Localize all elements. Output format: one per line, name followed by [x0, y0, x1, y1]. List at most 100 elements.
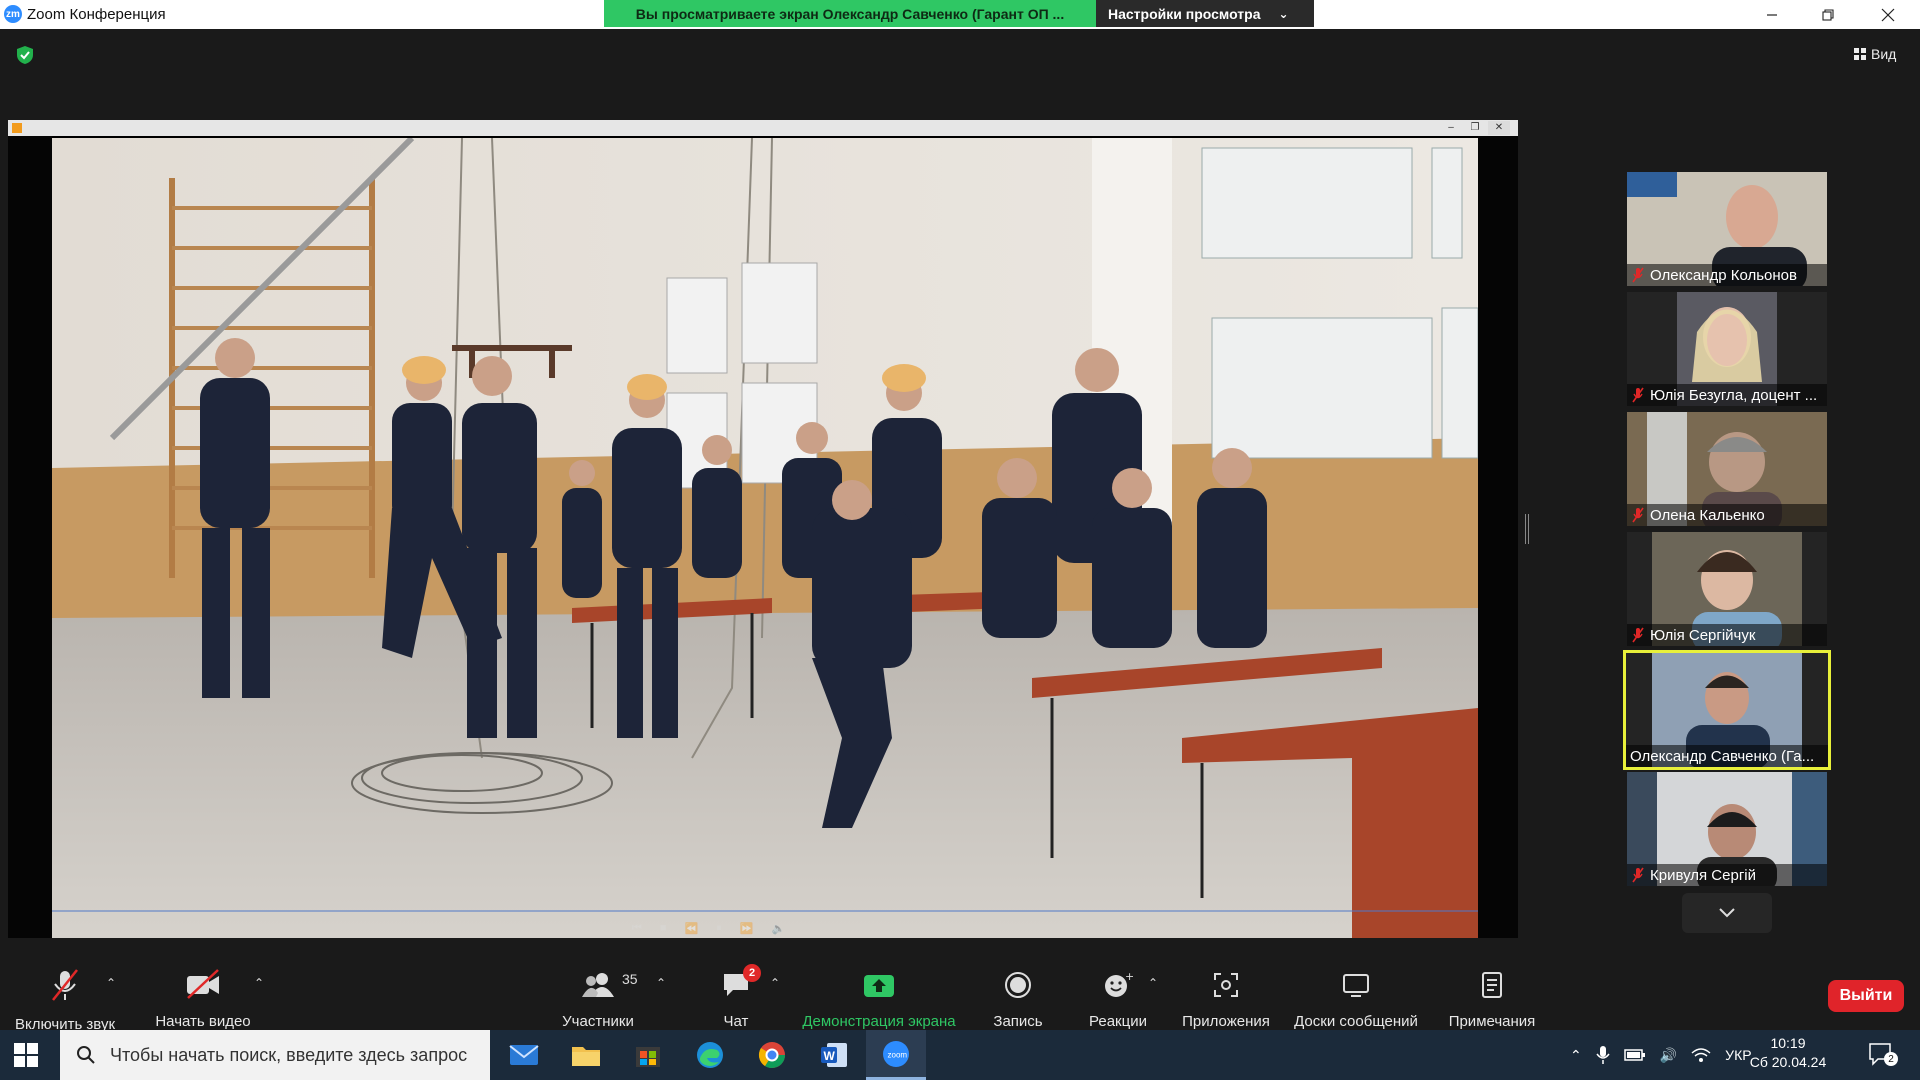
record-button[interactable]: Запись — [978, 946, 1058, 1030]
share-screen-label: Демонстрация экрана — [802, 1013, 956, 1030]
minimize-button[interactable] — [1744, 0, 1800, 29]
apps-icon — [1214, 973, 1238, 997]
clock-time: 10:19 — [1770, 1035, 1806, 1051]
player-forward-icon: ⏩ — [739, 922, 754, 935]
share-screen-icon — [864, 975, 894, 997]
word-app-icon[interactable]: W — [804, 1030, 864, 1080]
shared-minimize-icon: – — [1448, 122, 1454, 133]
participant-name-bar: Кривуля Сергій — [1627, 864, 1827, 886]
view-settings-label: Настройки просмотра — [1108, 5, 1261, 22]
search-placeholder: Чтобы начать поиск, введите здесь запрос — [110, 1044, 468, 1065]
participant-tile[interactable]: Олександр Кольонов — [1627, 172, 1827, 286]
participant-tile[interactable]: Юлія Сергійчук — [1627, 532, 1827, 646]
shared-restore-icon: ❐ — [1470, 122, 1480, 133]
wifi-icon[interactable] — [1691, 1047, 1711, 1063]
participants-label: Участники — [562, 1013, 634, 1030]
restore-button[interactable] — [1800, 0, 1856, 29]
record-icon — [1005, 972, 1031, 998]
mail-app-icon[interactable] — [494, 1030, 554, 1080]
classroom-video-image — [52, 138, 1478, 938]
gallery-scroll-down-button[interactable] — [1682, 893, 1772, 933]
video-progress-line[interactable] — [52, 910, 1478, 912]
zoom-taskbar-icon[interactable]: zoom — [866, 1030, 926, 1080]
encryption-shield-icon[interactable] — [16, 45, 34, 65]
player-back-icon: ⏪ — [684, 922, 699, 935]
svg-text:W: W — [824, 1049, 836, 1063]
participants-icon — [582, 973, 614, 997]
windows-start-icon[interactable] — [14, 1043, 38, 1067]
battery-icon[interactable] — [1623, 1049, 1646, 1061]
minimize-icon — [1767, 13, 1777, 16]
participant-tile[interactable]: Олена Кальенко — [1627, 412, 1827, 526]
chat-options-caret[interactable]: ⌃ — [770, 976, 780, 990]
player-volume-icon: 🔈 — [771, 922, 786, 935]
participant-tile[interactable]: Кривуля Сергій — [1627, 772, 1827, 886]
whiteboards-label: Доски сообщений — [1294, 1013, 1418, 1030]
view-settings-button[interactable]: Настройки просмотра ⌄ — [1096, 0, 1314, 27]
letterbox-left — [8, 136, 52, 938]
video-off-icon — [187, 969, 219, 999]
start-video-label: Начать видео — [155, 1013, 251, 1030]
title-bar: zm Zoom Конференция Вы просматриваете эк… — [0, 0, 1920, 29]
chat-button[interactable]: 2 Чат — [696, 946, 776, 1030]
panel-resize-handle[interactable] — [1525, 514, 1529, 544]
grid-view-icon — [1854, 48, 1866, 60]
whiteboard-icon — [1343, 974, 1369, 997]
participant-name: Олександр Кольонов — [1650, 266, 1797, 284]
zoom-window: zm Zoom Конференция Вы просматриваете эк… — [0, 0, 1920, 1080]
muted-mic-icon — [1632, 627, 1644, 643]
reactions-smiley-icon: + — [1105, 971, 1133, 997]
reactions-options-caret[interactable]: ⌃ — [1148, 976, 1158, 990]
muted-microphone-icon — [52, 969, 78, 1001]
participant-name-bar: Юлія Сергійчук — [1627, 624, 1827, 646]
video-frame: ⏮ ■ ⏪ ⏸ ⏩ 🔈 — [52, 138, 1478, 938]
start-video-button[interactable]: Начать видео — [148, 946, 258, 1030]
share-screen-button[interactable]: Демонстрация экрана — [798, 946, 960, 1030]
chat-label: Чат — [723, 1013, 749, 1030]
chevron-down-icon — [1719, 908, 1735, 918]
shared-screen[interactable]: – ❐ ✕ ⏮ ■ ⏪ ⏸ ⏩ 🔈 — [8, 120, 1518, 938]
notes-label: Примечания — [1448, 1013, 1536, 1030]
microphone-tray-icon[interactable] — [1596, 1045, 1610, 1065]
file-explorer-icon[interactable] — [556, 1030, 616, 1080]
letterbox-right — [1478, 136, 1518, 938]
store-app-icon[interactable] — [618, 1030, 678, 1080]
edge-browser-icon[interactable] — [680, 1030, 740, 1080]
chrome-browser-icon[interactable] — [742, 1030, 802, 1080]
chevron-down-icon: ⌄ — [1278, 6, 1289, 21]
notes-button[interactable]: Примечания — [1440, 946, 1544, 1030]
reactions-button[interactable]: + Реакции — [1078, 946, 1158, 1030]
audio-options-caret[interactable]: ⌃ — [106, 976, 116, 990]
participant-name-bar: Олена Кальенко — [1627, 504, 1827, 526]
meeting-toolbar: Включить звук ⌃ Начать видео ⌃ 35 Участн… — [0, 946, 1920, 1033]
participants-button[interactable]: 35 Участники — [548, 946, 648, 1030]
taskbar-search[interactable]: Чтобы начать поиск, введите здесь запрос — [60, 1030, 490, 1080]
chevron-up-icon[interactable]: ⌃ — [1570, 1047, 1582, 1064]
view-button[interactable]: Вид — [1848, 43, 1902, 65]
leave-meeting-button[interactable]: Выйти — [1828, 980, 1904, 1012]
whiteboards-button[interactable]: Доски сообщений — [1288, 946, 1424, 1030]
participant-name-bar: Юлія Безугла, доцент ... — [1627, 384, 1827, 406]
player-stop-icon: ■ — [659, 922, 667, 934]
player-controls[interactable]: ⏮ ■ ⏪ ⏸ ⏩ 🔈 — [632, 918, 952, 938]
muted-mic-icon — [1632, 387, 1644, 403]
video-options-caret[interactable]: ⌃ — [254, 976, 264, 990]
restore-icon — [1822, 8, 1834, 21]
apps-button[interactable]: Приложения — [1176, 946, 1276, 1030]
active-speaker-tile[interactable]: Олександр Савченко (Га... — [1623, 650, 1831, 770]
participants-options-caret[interactable]: ⌃ — [656, 976, 666, 990]
search-icon — [77, 1046, 95, 1064]
participant-name: Олена Кальенко — [1650, 506, 1765, 524]
notification-center-button[interactable]: 2 — [1868, 1042, 1898, 1068]
view-label: Вид — [1871, 46, 1897, 62]
notification-count: 2 — [1884, 1052, 1898, 1066]
participant-tile[interactable]: Юлія Безугла, доцент ... — [1627, 292, 1827, 406]
unmute-button[interactable]: Включить звук — [10, 946, 120, 1033]
volume-icon[interactable]: 🔊 — [1660, 1047, 1677, 1064]
participant-name-bar: Олександр Кольонов — [1627, 264, 1827, 286]
reactions-label: Реакции — [1089, 1013, 1147, 1030]
close-button[interactable] — [1860, 0, 1916, 29]
taskbar-clock[interactable]: 10:19 Сб 20.04.24 — [1740, 1034, 1836, 1072]
player-app-icon — [12, 123, 22, 133]
participant-name: Юлія Безугла, доцент ... — [1650, 386, 1818, 404]
